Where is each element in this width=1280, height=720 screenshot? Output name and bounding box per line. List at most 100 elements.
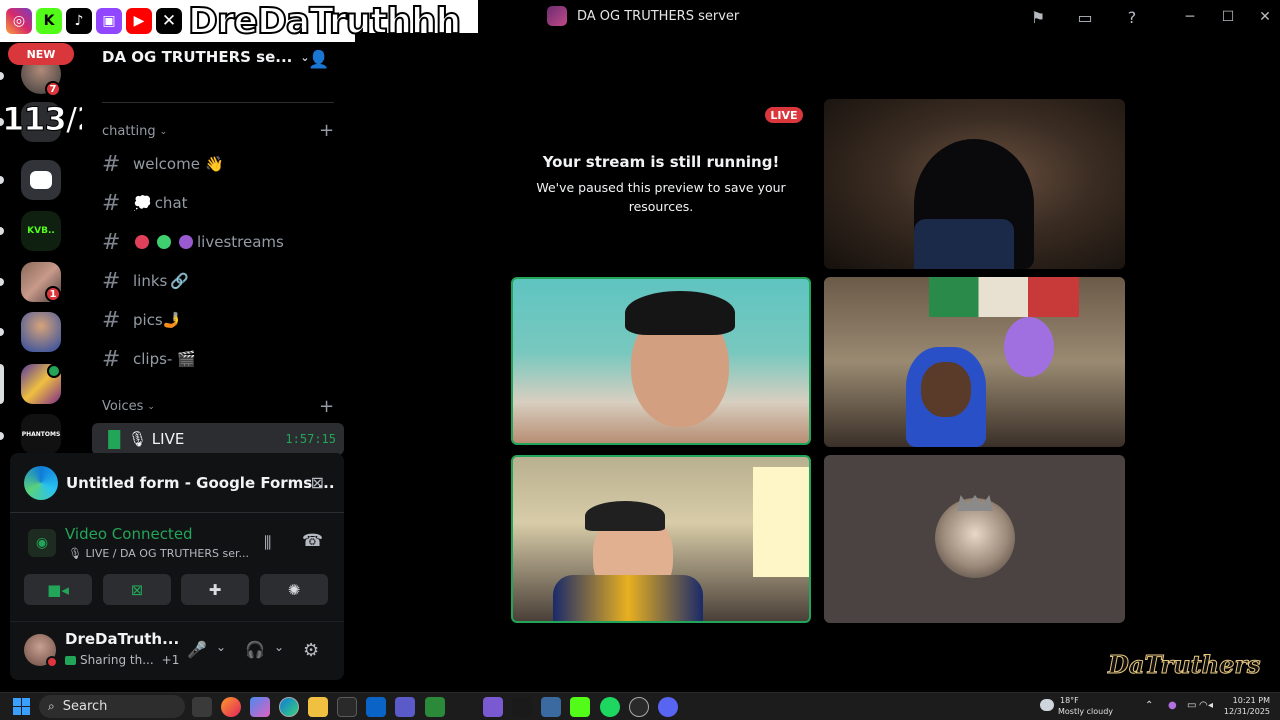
- channel-emoji: 🎬: [177, 350, 197, 368]
- flag-icon[interactable]: ⚑: [1027, 6, 1049, 28]
- disconnect-icon[interactable]: ☎: [302, 531, 323, 551]
- tile-user-1[interactable]: [511, 277, 811, 445]
- hash-icon: #: [102, 307, 121, 333]
- signal-icon[interactable]: ◉: [28, 529, 56, 557]
- twitch-icon: ▣: [96, 8, 122, 34]
- user-panel: Untitled form - Google Forms ... ⊠ ◉ Vid…: [10, 453, 344, 680]
- voice-status[interactable]: Video Connected: [65, 525, 193, 543]
- category-label: Voices: [102, 399, 144, 414]
- channel-chat[interactable]: # 💭 chat: [102, 187, 334, 219]
- monitor-icon[interactable]: ▭: [1187, 700, 1196, 711]
- username[interactable]: DreDaTruth...: [65, 630, 179, 648]
- server-header[interactable]: DA OG TRUTHERS se... ⌄: [102, 48, 310, 66]
- teams-icon[interactable]: [395, 697, 415, 717]
- voice-location[interactable]: 🎙 LIVE / DA OG TRUTHERS ser...: [68, 547, 249, 560]
- app-icon[interactable]: [541, 697, 561, 717]
- taskbar-search[interactable]: ⌕ Search: [39, 695, 185, 718]
- channel-links[interactable]: # links 🔗: [102, 265, 334, 297]
- face-skin: [921, 362, 971, 417]
- discord-taskbar-icon[interactable]: [658, 697, 678, 717]
- noise-suppression-icon[interactable]: ⫼: [264, 533, 271, 553]
- outlook-icon[interactable]: [366, 697, 386, 717]
- stop-share-icon[interactable]: ⊠: [311, 473, 324, 492]
- chevron-down-icon[interactable]: ⌄: [216, 640, 226, 654]
- microphone-tray-icon[interactable]: ●: [1168, 700, 1177, 711]
- selected-pip: [0, 364, 4, 404]
- close-window-button[interactable]: ✕: [1254, 6, 1276, 28]
- server-item-discord[interactable]: [21, 160, 61, 200]
- tile-stream[interactable]: [824, 99, 1125, 269]
- activities-button[interactable]: ✚: [181, 574, 249, 605]
- copilot-icon[interactable]: [250, 697, 270, 717]
- file-explorer-icon[interactable]: [308, 697, 328, 717]
- add-member-icon[interactable]: 👤: [308, 50, 329, 70]
- user-status: Sharing th... +1: [65, 653, 179, 667]
- server-label: PHANTOMS: [21, 430, 61, 438]
- create-channel-icon[interactable]: +: [319, 396, 334, 417]
- channel-name: welcome: [133, 155, 200, 173]
- channel-name: chat: [154, 194, 188, 212]
- discord-icon: [30, 171, 52, 189]
- app-icon[interactable]: [629, 697, 649, 717]
- search-icon: ⌕: [48, 699, 55, 713]
- video-stage: LIVE Your stream is still running! We've…: [355, 33, 1280, 692]
- edge-icon[interactable]: [279, 697, 299, 717]
- hash-icon: #: [102, 346, 121, 372]
- new-badge: NEW: [8, 43, 74, 65]
- channel-livestreams[interactable]: # livestreams: [102, 226, 334, 258]
- server-item-phantoms[interactable]: PHANTOMS: [21, 414, 61, 454]
- spotify-icon[interactable]: [600, 697, 620, 717]
- create-channel-icon[interactable]: +: [319, 120, 334, 141]
- voice-channel-live[interactable]: ▐▌ 🎙 LIVE 1:57:15: [92, 423, 344, 455]
- system-clock[interactable]: 10:21 PM 12/31/2025: [1222, 695, 1270, 717]
- server-label: KVB..: [27, 226, 55, 236]
- kick-app-icon[interactable]: [570, 697, 590, 717]
- weather-widget[interactable]: 18°F Mostly cloudy: [1040, 695, 1120, 719]
- purple-dot-icon: [179, 235, 193, 249]
- channel-pics[interactable]: # pics 🤳: [102, 304, 334, 336]
- soundboard-button[interactable]: ✺: [260, 574, 328, 605]
- maximize-button[interactable]: ☐: [1217, 6, 1239, 28]
- camera-button[interactable]: ■◂: [24, 574, 92, 605]
- windows-start-icon[interactable]: [13, 698, 30, 715]
- volume-icon[interactable]: ◂: [1208, 700, 1213, 711]
- app-icon[interactable]: [483, 697, 503, 717]
- tile-avatar[interactable]: [824, 455, 1125, 623]
- category-voices[interactable]: Voices ⌄: [102, 399, 155, 414]
- server-item-kvb[interactable]: KVB..: [21, 211, 61, 251]
- hash-icon: #: [102, 190, 121, 216]
- voice-connection: ◉ Video Connected 🎙 LIVE / DA OG TRUTHER…: [10, 515, 344, 567]
- unread-pip: [0, 176, 4, 184]
- store-icon[interactable]: [337, 697, 357, 717]
- headphones-icon[interactable]: 🎧: [245, 640, 265, 659]
- microphone-icon[interactable]: 🎤: [187, 640, 207, 659]
- help-icon[interactable]: ?: [1121, 6, 1143, 28]
- tile-user-2[interactable]: [824, 277, 1125, 447]
- chevron-up-icon[interactable]: ⌃: [1145, 700, 1153, 711]
- screen-share-button[interactable]: ⊠: [103, 574, 171, 605]
- wifi-icon[interactable]: ◠: [1199, 700, 1208, 711]
- settings-icon[interactable]: ⚙: [303, 640, 319, 661]
- channel-name: links: [133, 272, 168, 290]
- tile-user-3[interactable]: [511, 455, 811, 623]
- inbox-icon[interactable]: ▭: [1074, 6, 1096, 28]
- chevron-down-icon[interactable]: ⌄: [274, 640, 284, 654]
- channel-clips[interactable]: # clips- 🎬: [102, 343, 334, 375]
- shirt: [914, 219, 1014, 269]
- channel-emoji: 🔗: [170, 272, 190, 290]
- firefox-icon[interactable]: [221, 697, 241, 717]
- channel-name: livestreams: [197, 233, 284, 251]
- category-chatting[interactable]: chatting ⌄: [102, 124, 167, 139]
- server-item-5[interactable]: [21, 312, 61, 352]
- voice-timer: 1:57:15: [285, 432, 336, 446]
- divider: [102, 102, 334, 103]
- watermark-logo: DaTruthers: [1108, 650, 1262, 680]
- hash-icon: #: [102, 151, 121, 177]
- task-view-icon[interactable]: [192, 697, 212, 717]
- channel-welcome[interactable]: # welcome 👋: [102, 148, 334, 180]
- channel-name: clips-: [133, 350, 173, 368]
- xbox-app-icon[interactable]: [425, 697, 445, 717]
- channel-name: pics: [133, 311, 163, 329]
- minimize-button[interactable]: ─: [1179, 6, 1201, 28]
- app-icon[interactable]: [512, 697, 532, 717]
